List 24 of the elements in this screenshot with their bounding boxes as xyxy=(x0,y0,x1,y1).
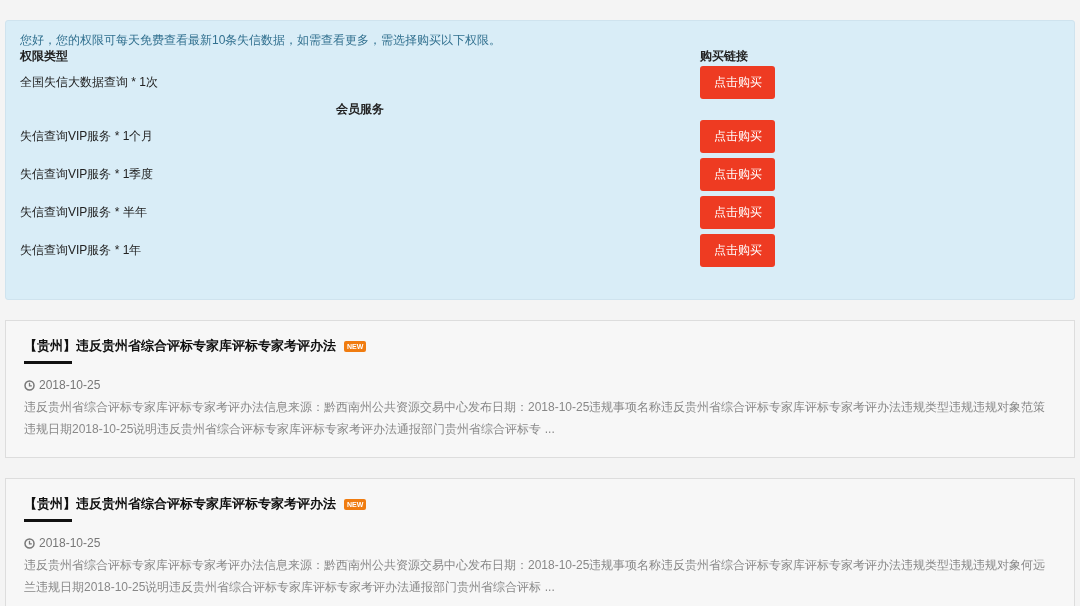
buy-button[interactable]: 点击购买 xyxy=(700,157,775,191)
title-underline xyxy=(24,361,72,364)
permission-label: 失信查询VIP服务 * 1季度 xyxy=(20,165,154,183)
buy-button[interactable]: 点击购买 xyxy=(700,233,775,267)
buy-button[interactable]: 点击购买 xyxy=(700,119,775,153)
permission-label: 全国失信大数据查询 * 1次 xyxy=(20,73,158,91)
clock-icon xyxy=(24,537,35,549)
article-date: 2018-10-25 xyxy=(39,378,101,392)
article-summary: 违反贵州省综合评标专家库评标专家考评办法信息来源：黔西南州公共资源交易中心发布日期：2018-10-25违规事项名称违反贵州省综合评标专家库评标专家考评办法违规类型违规违规对象范策违规日期2018-10-25说明违反贵州省综合评标专家库评标专家考评办法通报部门贵州省综合评标专 ... xyxy=(24,399,1047,438)
buy-button[interactable]: 点击购买 xyxy=(700,195,775,229)
permission-label: 失信查询VIP服务 * 1个月 xyxy=(20,127,154,145)
permission-label: 失信查询VIP服务 * 1年 xyxy=(20,241,142,259)
title-underline xyxy=(24,519,72,522)
article-title-link[interactable]: 【贵州】违反贵州省综合评标专家库评标专家考评办法 xyxy=(24,337,336,355)
buy-button[interactable]: 点击购买 xyxy=(700,65,775,99)
article-date: 2018-10-25 xyxy=(39,536,101,550)
section-heading: 会员服务 xyxy=(335,101,385,117)
article-summary: 违反贵州省综合评标专家库评标专家考评办法信息来源：黔西南州公共资源交易中心发布日期：2018-10-25违规事项名称违反贵州省综合评标专家库评标专家考评办法违规类型违规违规对象何远兰违规日期2018-10-25说明违反贵州省综合评标专家库评标专家考评办法通报部门贵州省综合评标 ... xyxy=(24,557,1047,596)
article-title-link[interactable]: 【贵州】违反贵州省综合评标专家库评标专家考评办法 xyxy=(24,495,336,513)
column-header: 权限类型 xyxy=(20,49,69,63)
notice-message: 您好，您的权限可每天免费查看最新10条失信数据，如需查看更多，需选择购买以下权限。 xyxy=(20,32,503,49)
permission-label: 失信查询VIP服务 * 半年 xyxy=(20,203,147,221)
column-header: 购买链接 xyxy=(700,49,749,63)
clock-icon xyxy=(24,379,35,391)
